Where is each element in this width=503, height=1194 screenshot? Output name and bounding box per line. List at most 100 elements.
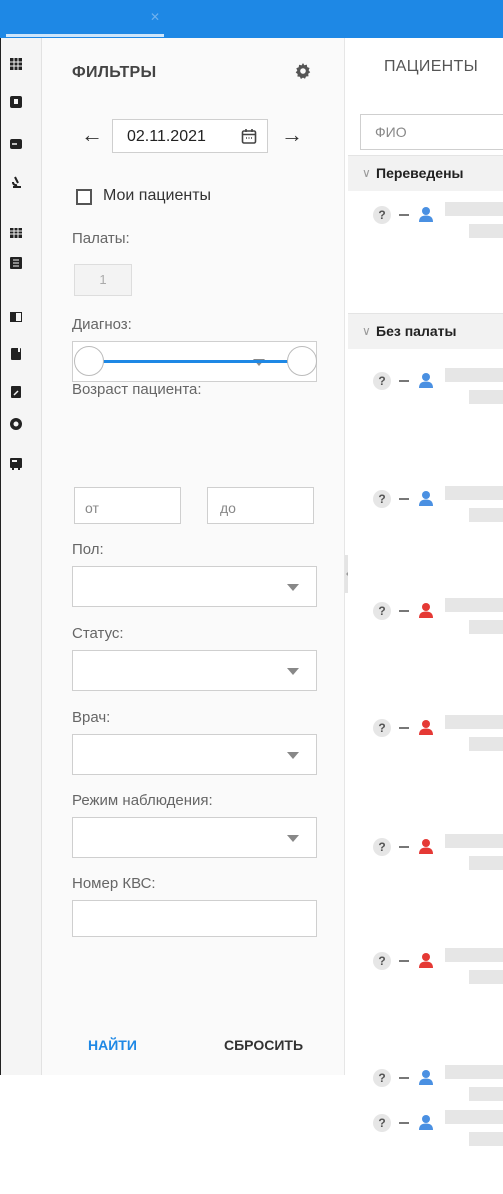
close-icon[interactable]: ✕ <box>150 10 160 24</box>
kvs-input[interactable] <box>72 900 317 937</box>
age-from-input[interactable]: от <box>74 487 181 524</box>
top-bar: ✕ <box>0 0 503 38</box>
patient-details-redacted <box>469 620 503 634</box>
status-select[interactable] <box>72 650 317 691</box>
card-icon[interactable] <box>10 138 22 150</box>
patient-name-redacted <box>445 368 503 382</box>
microscope-icon[interactable] <box>10 176 22 188</box>
list-icon[interactable] <box>10 257 22 269</box>
observation-select[interactable] <box>72 817 317 858</box>
age-to-input[interactable]: до <box>207 487 314 524</box>
patient-row[interactable]: ? <box>348 703 503 799</box>
patient-details-redacted <box>469 508 503 522</box>
sex-select[interactable] <box>72 566 317 607</box>
patient-details-redacted <box>469 737 503 751</box>
patient-row[interactable]: ? <box>348 190 503 286</box>
female-patient-icon <box>419 953 433 968</box>
patient-name-redacted <box>445 948 503 962</box>
patient-search-input[interactable]: ФИО <box>360 114 503 150</box>
rooms-label: Палаты: <box>72 230 130 247</box>
ball-icon[interactable] <box>10 418 22 430</box>
grid-icon[interactable] <box>10 227 22 239</box>
date-field[interactable]: 02.11.2021 <box>112 119 268 153</box>
patient-name-redacted <box>445 715 503 729</box>
doctor-select[interactable] <box>72 734 317 775</box>
group-header-no-room[interactable]: ∨ Без палаты <box>348 313 503 349</box>
male-patient-icon <box>419 207 433 222</box>
room-field[interactable]: 1 <box>74 264 132 296</box>
male-patient-icon <box>419 1070 433 1085</box>
chevron-down-icon: ∨ <box>362 324 371 338</box>
prev-date-arrow-icon[interactable]: ← <box>81 124 103 146</box>
find-button[interactable]: НАЙТИ <box>88 1037 137 1053</box>
patient-details-redacted <box>469 856 503 870</box>
age-min-handle[interactable] <box>74 346 104 376</box>
filters-title: ФИЛЬТРЫ <box>72 64 157 81</box>
dash-separator <box>399 380 409 382</box>
kvs-label: Номер КВС: <box>72 875 156 892</box>
patient-details-redacted <box>469 1132 503 1146</box>
chevron-down-icon[interactable] <box>287 752 299 759</box>
age-label: Возраст пациента: <box>72 381 202 398</box>
patient-details-redacted <box>469 224 503 238</box>
status-unknown-badge[interactable]: ? <box>373 719 391 737</box>
patient-row[interactable]: ? <box>348 1098 503 1194</box>
filters-panel: ФИЛЬТРЫ ← 02.11.2021 → Мои пациенты Пала… <box>42 38 345 1075</box>
calendar-icon[interactable] <box>241 128 257 144</box>
bus-icon[interactable] <box>10 458 22 470</box>
status-unknown-badge[interactable]: ? <box>373 490 391 508</box>
female-patient-icon <box>419 839 433 854</box>
group-title: Без палаты <box>376 323 457 339</box>
status-unknown-badge[interactable]: ? <box>373 206 391 224</box>
chevron-down-icon[interactable] <box>287 584 299 591</box>
patient-row[interactable]: ? <box>348 586 503 682</box>
document-edit-icon[interactable] <box>10 386 22 398</box>
my-patients-label: Мои пациенты <box>103 187 212 204</box>
chevron-down-icon[interactable] <box>287 835 299 842</box>
chevron-down-icon: ∨ <box>362 166 371 180</box>
date-value: 02.11.2021 <box>127 128 206 145</box>
chevron-down-icon[interactable] <box>287 668 299 675</box>
bell-icon[interactable] <box>10 96 22 108</box>
icon-sidebar <box>1 38 42 1075</box>
male-patient-icon <box>419 1115 433 1130</box>
dash-separator <box>399 960 409 962</box>
patient-row[interactable]: ? <box>348 356 503 452</box>
patient-details-redacted <box>469 970 503 984</box>
dash-separator <box>399 1122 409 1124</box>
status-unknown-badge[interactable]: ? <box>373 1114 391 1132</box>
patient-name-redacted <box>445 598 503 612</box>
dash-separator <box>399 727 409 729</box>
age-range-track[interactable] <box>87 360 303 363</box>
female-patient-icon <box>419 720 433 735</box>
male-patient-icon <box>419 491 433 506</box>
table-icon[interactable] <box>10 58 22 70</box>
patient-name-redacted <box>445 202 503 216</box>
patient-row[interactable]: ? <box>348 936 503 1032</box>
next-date-arrow-icon[interactable]: → <box>281 124 303 146</box>
status-unknown-badge[interactable]: ? <box>373 372 391 390</box>
group-header-transferred[interactable]: ∨ Переведены <box>348 155 503 191</box>
group-title: Переведены <box>376 165 464 181</box>
patient-name-redacted <box>445 486 503 500</box>
observation-label: Режим наблюдения: <box>72 792 213 809</box>
panel-icon[interactable] <box>10 311 22 323</box>
dash-separator <box>399 610 409 612</box>
my-patients-checkbox[interactable] <box>76 189 92 205</box>
diagnosis-label: Диагноз: <box>72 316 132 333</box>
sex-label: Пол: <box>72 541 104 558</box>
patient-row[interactable]: ? <box>348 474 503 570</box>
status-unknown-badge[interactable]: ? <box>373 838 391 856</box>
dash-separator <box>399 498 409 500</box>
reset-button[interactable]: СБРОСИТЬ <box>224 1037 303 1053</box>
status-unknown-badge[interactable]: ? <box>373 602 391 620</box>
patient-name-redacted <box>445 1065 503 1079</box>
status-unknown-badge[interactable]: ? <box>373 1069 391 1087</box>
patient-row[interactable]: ? <box>348 822 503 918</box>
book-icon[interactable] <box>10 348 22 360</box>
status-unknown-badge[interactable]: ? <box>373 952 391 970</box>
active-tab-indicator[interactable] <box>6 34 164 37</box>
gear-icon[interactable] <box>294 62 312 80</box>
female-patient-icon <box>419 603 433 618</box>
age-max-handle[interactable] <box>287 346 317 376</box>
